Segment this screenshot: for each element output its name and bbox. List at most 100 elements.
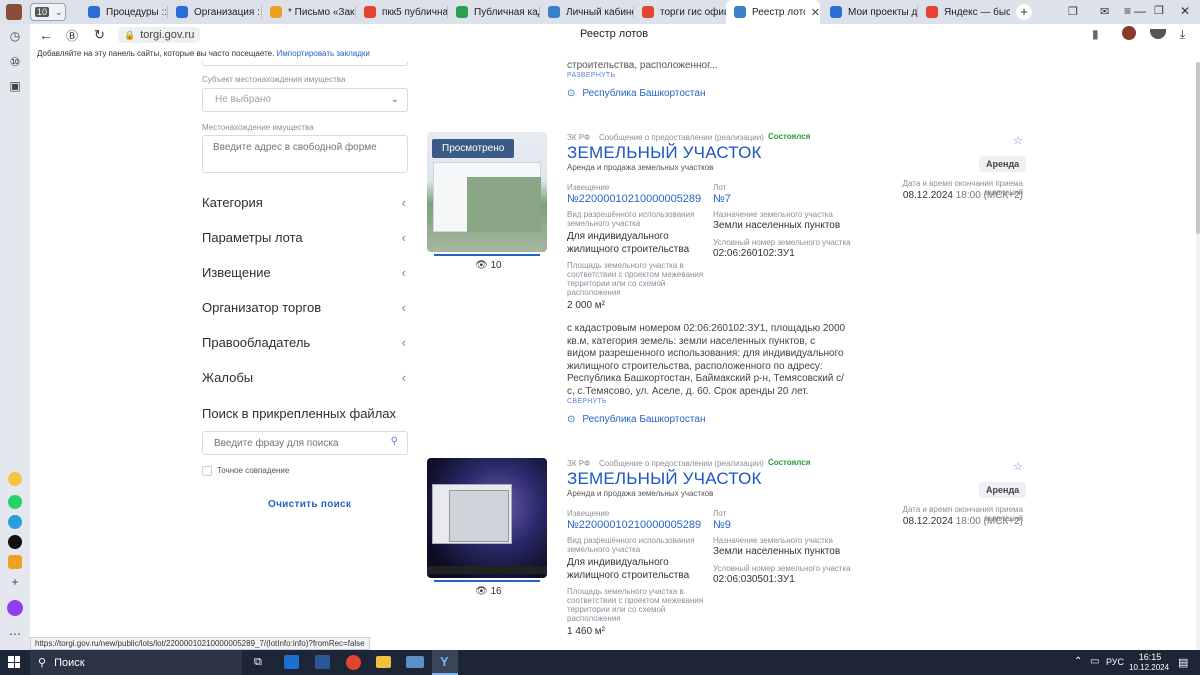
favorite-star-icon[interactable]: ☆ [1013, 134, 1023, 147]
downloads-icon[interactable]: ⤓ [1180, 27, 1185, 42]
tab[interactable]: торги гис официа [634, 0, 726, 24]
filter-section[interactable]: Извещение ‹ [202, 265, 408, 280]
tab[interactable]: пкк5 публичная к [356, 0, 448, 24]
mail-app-icon[interactable] [8, 555, 22, 569]
close-window-icon[interactable]: ✕ [1180, 4, 1190, 18]
history-icon[interactable]: ◷ [7, 28, 23, 44]
whatsapp-icon[interactable] [8, 495, 22, 509]
clock-date[interactable]: 10.12.2024 [1129, 663, 1169, 672]
filter-section[interactable]: Категория ‹ [202, 195, 408, 210]
tab-label: Реестр лотов [752, 6, 805, 18]
new-tab-button[interactable]: + [1016, 4, 1032, 20]
clear-search-button[interactable]: Очистить поиск [268, 499, 351, 510]
profile-icon[interactable]: ✉ [1100, 5, 1109, 18]
add-icon[interactable]: + [7, 574, 23, 590]
word-icon[interactable] [315, 655, 330, 669]
files-search-input[interactable] [203, 432, 373, 454]
page-scrollbar[interactable] [1196, 62, 1200, 650]
globe-icon [88, 6, 100, 18]
tab[interactable]: Мои проекты до [822, 0, 918, 24]
filter-section[interactable]: Параметры лота ‹ [202, 230, 408, 245]
location-input[interactable] [202, 135, 408, 173]
tabs-icon[interactable]: ⑩ [7, 54, 23, 70]
active-app-icon[interactable]: Y [432, 650, 458, 675]
scrollbar-thumb[interactable] [1196, 62, 1200, 234]
chevron-left-icon: ‹ [401, 335, 406, 350]
region-link[interactable]: ⊙ Республика Башкортостан [567, 414, 705, 425]
tab[interactable]: Публичная кадас [448, 0, 540, 24]
lot-subtitle: Аренда и продажа земельных участков [567, 489, 714, 498]
extension-icon[interactable] [1122, 26, 1136, 40]
filter-section[interactable]: Жалобы ‹ [202, 370, 408, 385]
filter-section[interactable]: Правообладатель ‹ [202, 335, 408, 350]
address-bar: ← Ⓑ ↻ 🔒 torgi.gov.ru Реестр лотов ▮ ⤓ [30, 24, 1200, 46]
tab[interactable]: Личный кабинет [540, 0, 634, 24]
files-search-box[interactable]: ⚲ [202, 431, 408, 455]
tab[interactable]: Яндекс — быстр [918, 0, 1010, 24]
exact-match-checkbox[interactable] [202, 466, 212, 476]
more-icon[interactable]: ⋯ [7, 626, 23, 642]
network-icon[interactable]: ▭ [1090, 656, 1099, 667]
tab[interactable]: Реестр лотов ✕ [726, 0, 820, 24]
extension-icon-2[interactable] [1150, 29, 1166, 39]
notice-number-link[interactable]: №22000010210000005289 [567, 519, 701, 531]
task-view-icon[interactable]: ⧉ [254, 656, 262, 669]
lot-card[interactable]: Просмотрено 👁 10 ЗК РФ Сообщение о предо… [427, 130, 1057, 430]
lot-number-label: Лот [713, 509, 727, 518]
tab[interactable]: Организация :: И [168, 0, 260, 24]
subject-select[interactable]: Не выбрано ⌄ [202, 88, 408, 112]
reload-icon[interactable]: ↻ [94, 27, 105, 43]
lang-indicator[interactable]: РУС [1106, 657, 1124, 667]
page-content: Субъект местонахождения имущества Не выб… [30, 62, 1200, 650]
url-text: torgi.gov.ru [140, 29, 195, 41]
lot-thumbnail[interactable] [427, 458, 547, 578]
lot-title[interactable]: ЗЕМЕЛЬНЫЙ УЧАСТОК [567, 143, 762, 163]
expand-link[interactable]: РАЗВЕРНУТЬ [567, 72, 615, 79]
gerb-icon [734, 6, 746, 18]
filter-section-label: Категория [202, 195, 263, 210]
filter-section-label: Извещение [202, 265, 271, 280]
tab-groups-icon[interactable]: ❐ [1068, 5, 1078, 18]
browser-menu-icon[interactable] [6, 4, 22, 20]
minimize-icon[interactable]: — [1134, 4, 1146, 18]
alisa-icon[interactable] [8, 472, 22, 486]
outlook-icon[interactable] [284, 655, 299, 669]
notice-number-link[interactable]: №22000010210000005289 [567, 193, 701, 205]
notifications-icon[interactable]: ▤ [1178, 656, 1188, 669]
deadline-value: 08.12.2024 18:00 (МСК+2) [867, 516, 1023, 527]
tab-label: пкк5 публичная к [382, 6, 448, 18]
tab-separator [447, 6, 448, 18]
lot-notice-type: Сообщение о предоставлении (реализации) [599, 133, 764, 142]
filter-section[interactable]: Организатор торгов ‹ [202, 300, 408, 315]
alice-assistant-icon[interactable] [7, 600, 23, 616]
lot-title[interactable]: ЗЕМЕЛЬНЫЙ УЧАСТОК [567, 469, 762, 489]
tab-counter-button[interactable]: 10 ⌄ [30, 3, 66, 21]
protect-icon[interactable]: Ⓑ [66, 27, 78, 44]
app-icon[interactable] [406, 656, 424, 668]
explorer-icon[interactable] [376, 656, 391, 668]
tab[interactable]: Процедуры :: Им [80, 0, 168, 24]
windows-start-icon[interactable] [8, 656, 20, 668]
tray-chevron-icon[interactable]: ⌃ [1074, 656, 1082, 667]
favorite-star-icon[interactable]: ☆ [1013, 460, 1023, 473]
telegram-icon[interactable] [8, 515, 22, 529]
taskbar-search[interactable]: ⚲ Поиск [30, 650, 242, 675]
tab[interactable]: * Письмо «Заказ [262, 0, 356, 24]
url-field[interactable]: 🔒 torgi.gov.ru [118, 27, 201, 43]
chatgpt-icon[interactable] [8, 535, 22, 549]
bookmark-icon[interactable]: ▮ [1092, 27, 1099, 41]
maximize-icon[interactable]: ❐ [1154, 4, 1164, 17]
menu-icon[interactable]: ≡ [1124, 4, 1131, 18]
yandex-browser-icon[interactable] [346, 655, 361, 670]
lot-card[interactable]: 👁 16 ЗК РФ Сообщение о предоставлении (р… [427, 456, 1057, 650]
back-icon[interactable]: ← [39, 27, 53, 43]
cond-number-label: Условный номер земельного участка [713, 564, 851, 573]
close-tab-icon[interactable]: ✕ [811, 6, 820, 19]
collections-icon[interactable]: ▣ [7, 78, 23, 94]
collapse-link[interactable]: СВЕРНУТЬ [567, 398, 607, 405]
mail-icon [270, 6, 282, 18]
lot-thumbnail[interactable]: Просмотрено [427, 132, 547, 252]
clock-time[interactable]: 16:15 [1135, 652, 1165, 662]
region-link[interactable]: ⊙ Республика Башкортостан [567, 88, 705, 99]
import-bookmarks-link[interactable]: Импортировать закладки [277, 49, 370, 58]
